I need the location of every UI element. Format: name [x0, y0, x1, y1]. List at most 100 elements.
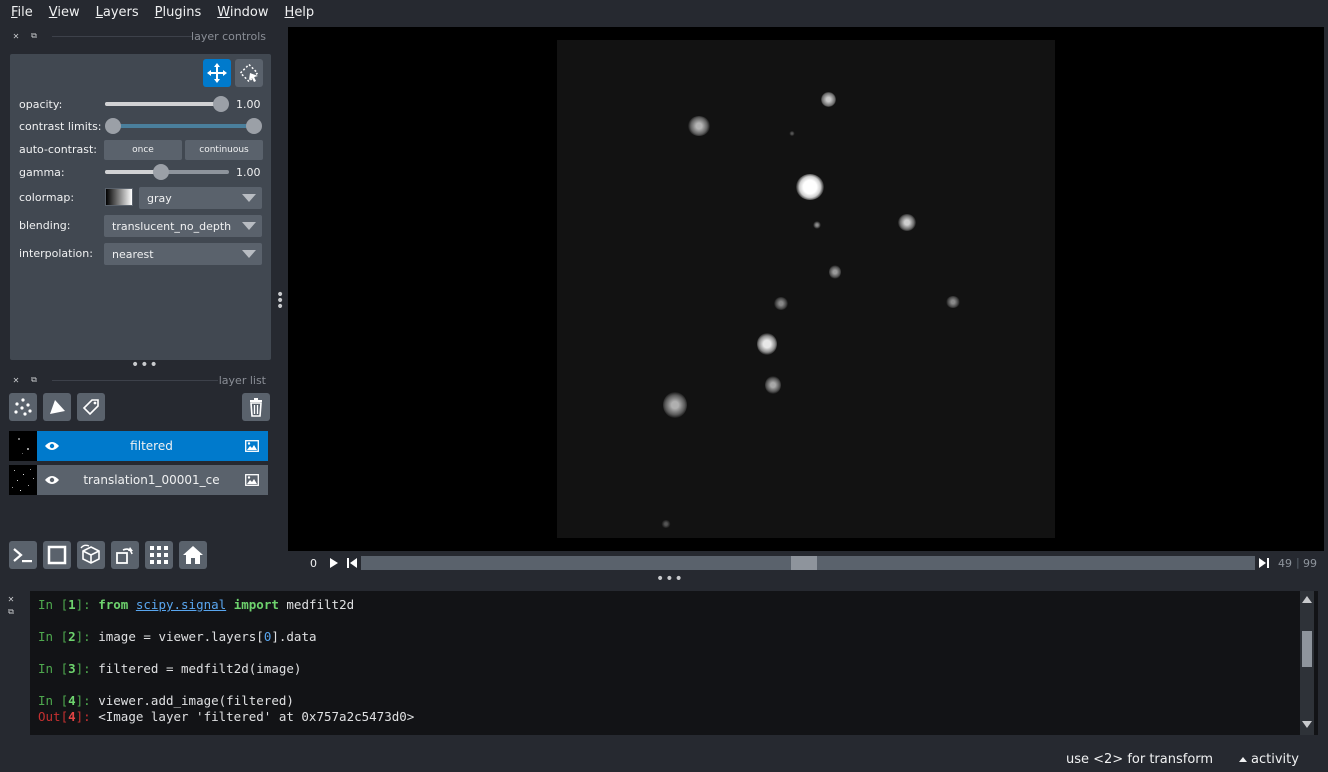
- label-tag-icon: [82, 399, 99, 416]
- panel-splitter-handle[interactable]: •••: [131, 358, 159, 372]
- home-icon: [183, 546, 203, 564]
- layer-thumbnail: [9, 431, 37, 461]
- scroll-up-icon[interactable]: [1302, 596, 1312, 603]
- gamma-slider-handle[interactable]: [152, 164, 169, 180]
- colormap-label: colormap:: [19, 191, 75, 204]
- menu-view[interactable]: View: [41, 5, 88, 20]
- dock-resize-handle[interactable]: • • •: [276, 288, 284, 314]
- last-frame-button[interactable]: [1258, 557, 1270, 569]
- scroll-thumb[interactable]: [1302, 631, 1312, 667]
- skip-back-icon: [347, 558, 357, 568]
- colormap-value: gray: [147, 191, 172, 205]
- auto-contrast-once-button[interactable]: once: [104, 140, 182, 160]
- layer-item-filtered[interactable]: filtered: [9, 431, 268, 461]
- blending-select[interactable]: translucent_no_depth: [104, 215, 262, 237]
- pan-zoom-button[interactable]: [203, 59, 231, 87]
- contrast-slider-track[interactable]: [113, 124, 254, 128]
- new-points-layer-button[interactable]: [9, 393, 37, 421]
- auto-contrast-continuous-button[interactable]: continuous: [185, 140, 263, 160]
- faint-spot: [813, 221, 821, 229]
- dock-close-icon[interactable]: ✕: [4, 594, 18, 606]
- grid-view-button[interactable]: [145, 541, 173, 569]
- menu-help[interactable]: Help: [277, 5, 323, 20]
- console-output-4: Out[4]: <Image layer 'filtered' at 0x757…: [38, 709, 415, 724]
- reset-view-button[interactable]: [179, 541, 207, 569]
- shapes-icon: [50, 400, 65, 414]
- first-frame-button[interactable]: [346, 557, 358, 569]
- layer-list-title: layer list: [218, 373, 266, 387]
- faint-spot: [765, 376, 781, 394]
- contrast-min-handle[interactable]: [105, 118, 121, 134]
- layer-controls-panel: opacity: 1.00 contrast limits: auto-cont…: [10, 54, 271, 360]
- opacity-value: 1.00: [236, 98, 261, 111]
- interpolation-value: nearest: [112, 247, 154, 261]
- delete-layer-button[interactable]: [242, 393, 270, 421]
- bright-spot: [663, 392, 687, 418]
- grid-icon: [150, 546, 168, 564]
- transform-icon: [239, 63, 259, 83]
- menu-file[interactable]: File: [3, 5, 41, 20]
- ndisplay-toggle-button[interactable]: [43, 541, 71, 569]
- visibility-toggle[interactable]: [37, 440, 67, 452]
- dims-slider-handle[interactable]: [790, 556, 817, 570]
- visibility-toggle[interactable]: [37, 474, 67, 486]
- trash-icon: [250, 398, 262, 417]
- faint-spot: [829, 265, 841, 279]
- layer-item-translation[interactable]: translation1_00001_ce: [9, 465, 268, 495]
- auto-contrast-label: auto-contrast:: [19, 143, 98, 156]
- image-layer-type: [236, 440, 268, 452]
- play-button[interactable]: [328, 557, 340, 569]
- menu-window[interactable]: Window: [209, 5, 276, 20]
- gamma-label: gamma:: [19, 166, 65, 179]
- console-line-1: In [1]: from scipy.signal import medfilt…: [38, 597, 355, 612]
- dock-float-icon[interactable]: ⧉: [28, 30, 40, 42]
- blending-value: translucent_no_depth: [112, 219, 232, 233]
- bright-spot: [796, 174, 824, 200]
- image-layer-type: [236, 474, 268, 486]
- new-shapes-layer-button[interactable]: [43, 393, 71, 421]
- menu-layers[interactable]: Layers: [88, 5, 147, 20]
- new-labels-layer-button[interactable]: [77, 393, 105, 421]
- opacity-slider-handle[interactable]: [213, 96, 229, 112]
- transform-button[interactable]: [235, 59, 263, 87]
- faint-spot: [774, 297, 788, 310]
- activity-label: activity: [1251, 752, 1299, 767]
- dims-divider: |: [1296, 556, 1300, 569]
- activity-button[interactable]: activity: [1239, 752, 1299, 767]
- gamma-value: 1.00: [236, 166, 261, 179]
- layer-name: translation1_00001_ce: [83, 473, 220, 487]
- image-icon: [245, 440, 259, 452]
- faint-spot: [946, 296, 960, 308]
- dims-start-label: 0: [310, 557, 317, 570]
- chevron-up-icon: [1239, 757, 1247, 762]
- interpolation-select[interactable]: nearest: [104, 243, 262, 265]
- transpose-dims-button[interactable]: [111, 541, 139, 569]
- interpolation-label: interpolation:: [19, 247, 93, 260]
- console-splitter-handle[interactable]: •••: [656, 572, 684, 586]
- viewer-canvas[interactable]: [288, 27, 1324, 551]
- menu-plugins[interactable]: Plugins: [147, 5, 210, 20]
- eye-icon: [45, 476, 59, 484]
- bright-spot: [688, 116, 710, 136]
- dims-current-value[interactable]: 49: [1278, 557, 1292, 570]
- play-icon: [330, 558, 338, 568]
- dock-float-icon[interactable]: ⧉: [28, 374, 40, 386]
- header-divider: [52, 36, 192, 37]
- header-divider: [52, 380, 218, 381]
- ipython-console[interactable]: In [1]: from scipy.signal import medfilt…: [30, 591, 1318, 735]
- console-line-4: In [4]: viewer.add_image(filtered): [38, 693, 294, 708]
- dock-float-icon[interactable]: ⧉: [4, 606, 18, 618]
- contrast-max-handle[interactable]: [246, 118, 262, 134]
- dock-close-icon[interactable]: ✕: [10, 374, 22, 386]
- dims-slider-bar: 0 49 | 99: [288, 554, 1324, 574]
- image-icon: [245, 474, 259, 486]
- roll-dims-button[interactable]: [77, 541, 105, 569]
- colormap-select[interactable]: gray: [139, 187, 262, 209]
- dock-close-icon[interactable]: ✕: [10, 30, 22, 42]
- image-layer-render: [557, 40, 1055, 538]
- chevron-down-icon: [242, 194, 256, 202]
- console-scrollbar[interactable]: [1300, 591, 1314, 735]
- scroll-down-icon[interactable]: [1302, 721, 1312, 728]
- bright-spot: [821, 92, 836, 107]
- console-toggle-button[interactable]: [9, 541, 37, 569]
